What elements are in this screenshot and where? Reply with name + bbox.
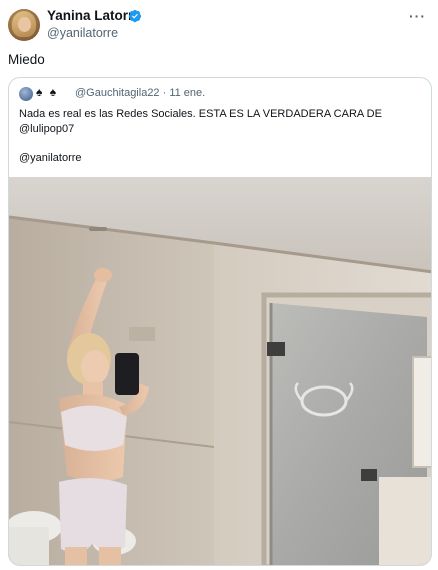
quoted-media-image[interactable] (9, 177, 431, 565)
author-handle[interactable]: @yanilatorre (47, 26, 118, 40)
quoted-handle-time[interactable]: @Gauchitagila22 · 11 ene. (75, 87, 205, 99)
bathroom-mirror-photo (9, 177, 431, 565)
tweet-text: Miedo (8, 52, 45, 67)
author-display-name[interactable]: Yanina Latorre (47, 8, 141, 23)
quoted-mention-link[interactable]: @lulipop07 (19, 123, 74, 135)
quoted-mention-link[interactable]: @yanilatorre (19, 152, 82, 164)
quoted-tweet[interactable]: ♠ ♠ @Gauchitagila22 · 11 ene. Nada es re… (8, 77, 432, 566)
quoted-text-line: Nada es real es las Redes Sociales. ESTA… (19, 108, 382, 120)
avatar-face (18, 17, 31, 32)
quoted-author-badges: ♠ ♠ (36, 85, 59, 99)
verified-badge-icon (128, 9, 142, 23)
more-horizontal-icon[interactable]: ··· (409, 8, 426, 24)
tweet-card: Yanina Latorre @yanilatorre ··· Miedo ♠ … (0, 0, 438, 570)
quoted-author-avatar[interactable] (19, 87, 33, 101)
author-avatar[interactable] (8, 9, 40, 41)
